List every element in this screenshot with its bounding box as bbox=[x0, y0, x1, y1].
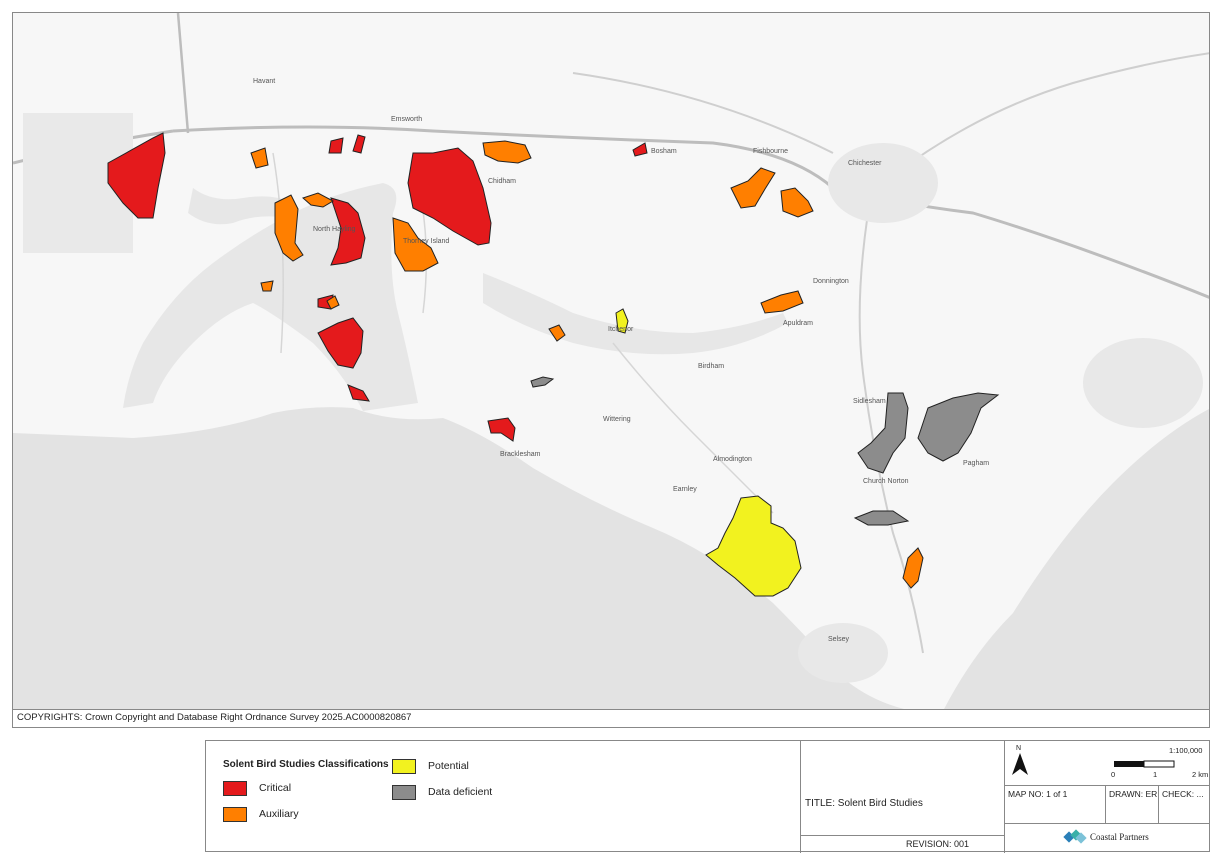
place-label: Itchenor bbox=[608, 326, 634, 333]
place-label: Sidlesham bbox=[853, 398, 886, 405]
legend-label: Critical bbox=[259, 782, 292, 794]
scale-tick: 2 km bbox=[1192, 770, 1209, 779]
company-name: Coastal Partners bbox=[1090, 832, 1149, 842]
auxiliary-area bbox=[260, 280, 274, 292]
place-label: Havant bbox=[253, 78, 275, 85]
legend-label: Data deficient bbox=[428, 786, 493, 798]
place-label: Donnington bbox=[813, 278, 849, 285]
title-block: Solent Bird Studies Classifications Crit… bbox=[205, 740, 1210, 853]
place-label: Chichester bbox=[848, 160, 882, 167]
legend-title: Solent Bird Studies Classifications bbox=[223, 759, 389, 770]
legend-swatch bbox=[392, 785, 416, 800]
copyright-text: COPYRIGHTS: Crown Copyright and Database… bbox=[12, 710, 1210, 728]
map-panel[interactable]: Emsworth Chichester Bosham Fishbourne Ch… bbox=[12, 12, 1210, 710]
map-title: TITLE: Solent Bird Studies bbox=[805, 798, 923, 809]
scale-bar-icon bbox=[1114, 760, 1175, 768]
legend-swatch bbox=[223, 807, 247, 822]
place-label: Apuldram bbox=[783, 320, 813, 327]
place-label: Chidham bbox=[488, 178, 516, 185]
north-arrow-icon bbox=[1012, 753, 1028, 775]
place-label: North Hayling bbox=[313, 226, 356, 233]
legend-label: Auxiliary bbox=[259, 808, 299, 820]
place-label: Bosham bbox=[651, 148, 677, 155]
revision-label: REVISION: 001 bbox=[906, 839, 970, 849]
place-label: Thorney Island bbox=[403, 238, 449, 245]
legend-swatch bbox=[223, 781, 247, 796]
place-label: Church Norton bbox=[863, 478, 909, 485]
place-label: Bracklesham bbox=[500, 451, 541, 458]
map-number: MAP NO: 1 of 1 bbox=[1008, 789, 1068, 799]
place-label: Earnley bbox=[673, 486, 697, 493]
place-label: Birdham bbox=[698, 363, 724, 370]
legend-label: Potential bbox=[428, 760, 469, 772]
place-label: Pagham bbox=[963, 460, 989, 467]
place-label: Emsworth bbox=[391, 116, 422, 123]
checked-by: CHECK: ... bbox=[1162, 789, 1204, 799]
scale-tick: 0 bbox=[1111, 770, 1116, 779]
map-canvas[interactable]: Emsworth Chichester Bosham Fishbourne Ch… bbox=[13, 13, 1210, 710]
drawn-by: DRAWN: ER bbox=[1109, 789, 1158, 799]
scale-ratio: 1:100,000 bbox=[1169, 746, 1203, 755]
place-label: Selsey bbox=[828, 636, 850, 643]
place-label: Wittering bbox=[603, 416, 631, 423]
place-label: Almodington bbox=[713, 456, 752, 463]
place-label: Fishbourne bbox=[753, 148, 788, 155]
north-label: N bbox=[1016, 745, 1022, 752]
coastal-partners-logo-icon bbox=[1063, 829, 1087, 844]
legend-swatch bbox=[392, 759, 416, 774]
scale-tick: 1 bbox=[1153, 770, 1158, 779]
